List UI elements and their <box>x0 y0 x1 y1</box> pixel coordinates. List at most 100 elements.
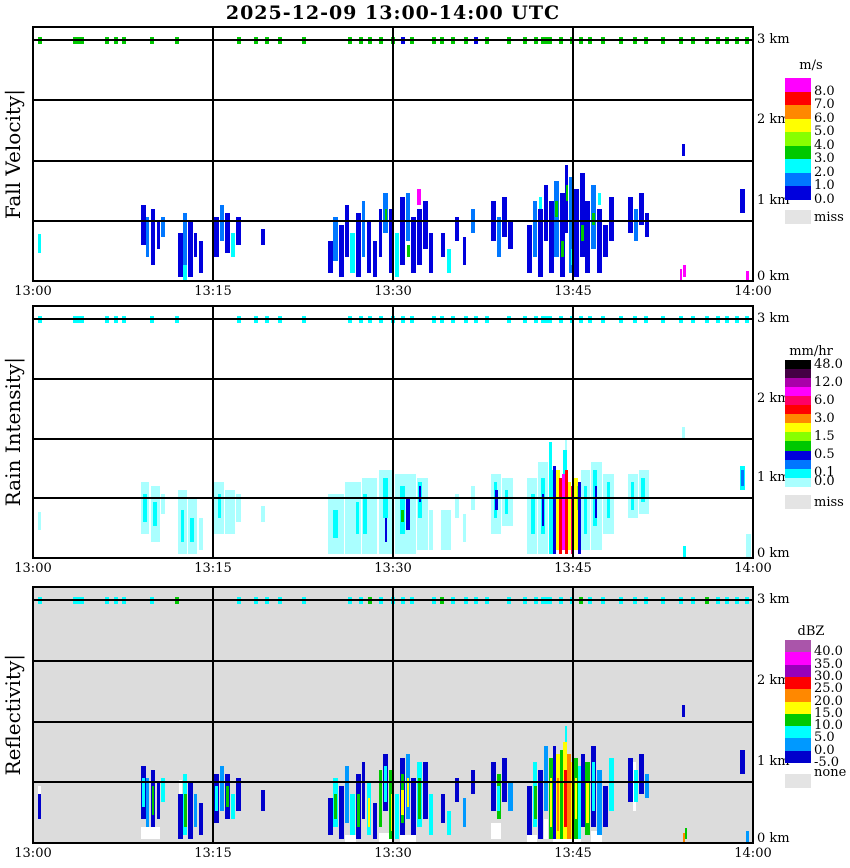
time-tick-label: 13:15 <box>194 284 232 299</box>
echo-cell <box>345 204 349 257</box>
echo-cell <box>583 486 588 535</box>
echo-cell <box>561 240 564 257</box>
echo-cell <box>407 244 410 257</box>
echo-cell <box>333 216 338 261</box>
gridline-vertical <box>212 587 214 843</box>
echo-cell <box>334 794 337 819</box>
panel-border-right <box>752 26 754 282</box>
panel-axis-label-text: Rain Intensity| <box>1 357 25 507</box>
echo-cell <box>401 510 404 523</box>
echo-cell <box>423 200 428 249</box>
legend-missing-label: miss <box>814 495 844 510</box>
echo-cell <box>462 514 467 543</box>
time-tick-label: 13:30 <box>374 846 412 861</box>
echo-cell <box>534 786 537 819</box>
legend-value-label: 0.5 <box>814 447 835 463</box>
echo-cell <box>594 486 598 519</box>
echo-cell <box>37 794 42 819</box>
time-tick-label: 13:00 <box>14 561 52 576</box>
echo-cell <box>741 470 744 487</box>
time-tick-label: 13:45 <box>554 846 592 861</box>
panel-border-left <box>32 586 34 844</box>
legend-band <box>785 713 811 727</box>
panel-axis-label-text: Reflectivity| <box>1 654 25 776</box>
legend-band <box>785 689 811 702</box>
echo-cell <box>198 240 204 273</box>
echo-cell <box>581 224 584 241</box>
echo-cell <box>565 184 569 201</box>
legend-band <box>785 105 811 119</box>
echo-cell <box>395 794 399 839</box>
echo-cell <box>502 757 507 803</box>
legend-band <box>785 78 811 92</box>
echo-cell <box>401 790 404 815</box>
gridline-vertical <box>392 306 394 558</box>
echo-cell <box>231 232 235 257</box>
echo-cell <box>423 762 428 819</box>
echo-cell <box>378 770 383 827</box>
echo-cell <box>384 518 388 543</box>
legend-band <box>785 701 811 715</box>
echo-cell <box>645 774 649 799</box>
panel-border-right <box>752 305 754 559</box>
legend-value-label: 1.5 <box>814 428 835 444</box>
gridline-vertical <box>572 27 574 281</box>
time-tick-label: 13:30 <box>374 561 412 576</box>
echo-cell <box>366 220 372 273</box>
height-tick-label: 3 km <box>757 311 790 326</box>
gridline-vertical <box>572 306 574 558</box>
echo-cell <box>497 216 501 257</box>
echo-cell <box>502 196 507 237</box>
panel-axis-label-text: Fall Velocity| <box>1 88 25 220</box>
echo-cell <box>145 778 150 827</box>
echo-cell <box>533 200 537 257</box>
legend-value-label: 3.0 <box>814 410 835 426</box>
echo-cell <box>682 705 686 718</box>
echo-cell <box>585 782 589 823</box>
echo-cell <box>339 786 344 839</box>
legend-band <box>785 172 811 187</box>
height-tick-label: 0 km <box>757 546 790 561</box>
panel-border-left <box>32 26 34 282</box>
echo-cell <box>429 794 433 835</box>
panel-axis-label: Reflectivity| <box>0 587 26 843</box>
legend-band <box>785 145 811 160</box>
echo-cell <box>418 778 421 819</box>
echo-cell <box>549 442 552 471</box>
echo-cell <box>682 144 686 157</box>
echo-cell <box>187 220 193 277</box>
time-tick-label: 13:15 <box>194 561 232 576</box>
time-tick-label: 13:00 <box>14 284 52 299</box>
legend-missing-swatch <box>785 210 811 224</box>
echo-cell <box>151 786 155 815</box>
echo-cell <box>215 786 218 811</box>
echo-cell <box>349 232 355 273</box>
echo-cell <box>190 518 194 543</box>
legend-value-label: 6.0 <box>814 392 835 408</box>
echo-cell <box>395 232 399 277</box>
panel-border-right <box>752 586 754 844</box>
time-tick-label: 14:00 <box>734 846 772 861</box>
echo-cell <box>564 438 568 451</box>
echo-cell <box>491 762 497 811</box>
echo-cell <box>597 770 602 835</box>
echo-cell <box>574 188 579 277</box>
panel-axis-label: Fall Velocity| <box>0 27 26 281</box>
echo-cell <box>141 826 161 839</box>
echo-cell <box>357 794 360 827</box>
echo-cell <box>508 220 513 249</box>
echo-cell <box>544 184 548 241</box>
panel-axis-label: Rain Intensity| <box>0 306 26 558</box>
echo-cell <box>156 220 161 249</box>
echo-cell <box>418 486 422 503</box>
legend-value-label: 0.0 <box>814 474 835 490</box>
legend-band <box>785 664 811 678</box>
legend-band <box>785 676 811 690</box>
echo-cell <box>603 786 608 827</box>
echo-cell <box>429 232 433 273</box>
echo-cell <box>339 224 344 277</box>
echo-cell <box>37 234 42 253</box>
legend-title: m/s <box>799 58 823 73</box>
echo-cell <box>598 192 601 205</box>
gridline-vertical <box>212 27 214 281</box>
